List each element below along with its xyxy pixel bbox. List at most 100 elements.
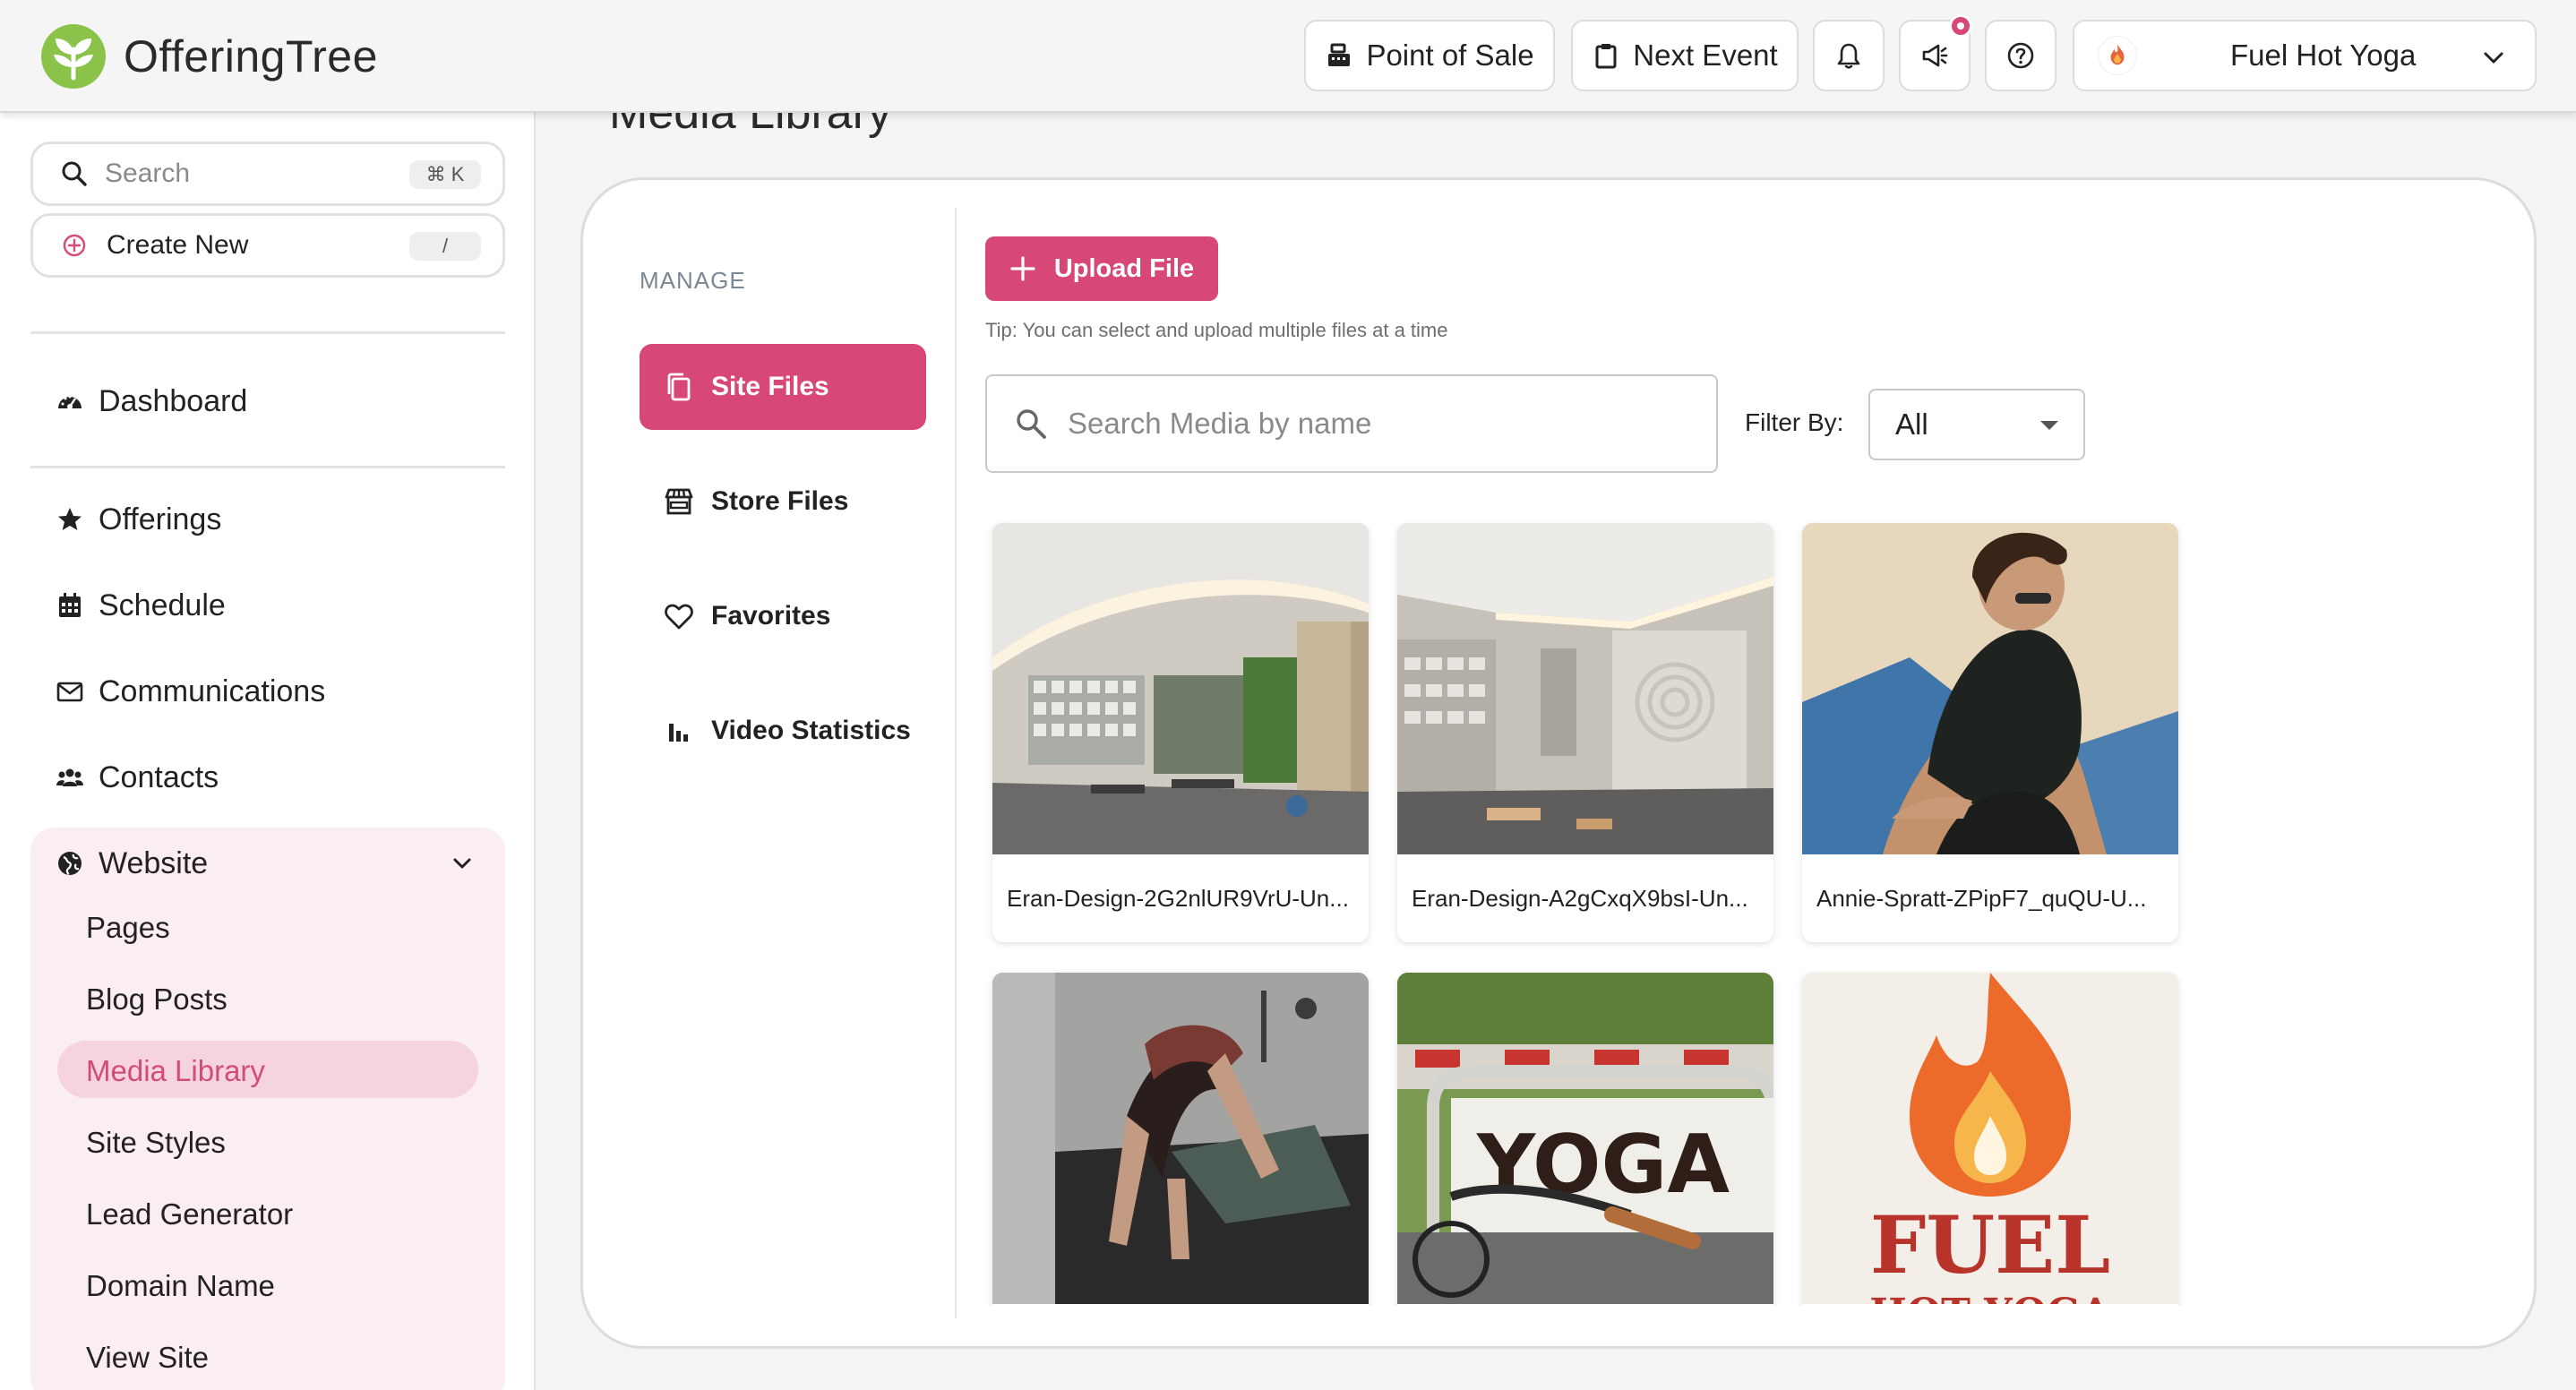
dashboard-icon	[58, 395, 82, 409]
sidebar-item-label: Contacts	[99, 759, 219, 794]
chevron-down-icon[interactable]	[448, 849, 477, 878]
sidebar-subitem-label: Blog Posts	[86, 982, 228, 1016]
help-icon	[2007, 42, 2034, 69]
star-icon	[58, 508, 82, 530]
media-tile[interactable]: Eran-Design-2G2nlUR9VrU-Un...	[992, 523, 1369, 942]
announcements-button[interactable]	[1899, 14, 1972, 91]
next-event-button[interactable]: Next Event	[1571, 20, 1799, 91]
account-logo-icon	[2098, 36, 2137, 75]
mail-icon	[56, 682, 83, 702]
sidebar-divider	[30, 331, 505, 334]
top-bar: OfferingTree Point of Sale Next Event Fu…	[0, 0, 2576, 113]
caret-down-icon	[2040, 421, 2058, 430]
sidebar-search-placeholder: Search	[105, 159, 191, 188]
sidebar-subitem-label: Lead Generator	[86, 1197, 294, 1231]
media-thumbnail: YOGA	[1397, 973, 1773, 1304]
filter-by-label: Filter By:	[1745, 408, 1844, 436]
sidebar-subitem-blog-posts[interactable]: Blog Posts	[86, 974, 228, 1025]
sidebar-subitem-media-library[interactable]: Media Library	[86, 1046, 265, 1096]
globe-icon	[58, 852, 82, 875]
cash-register-icon	[1328, 43, 1351, 66]
notifications-button[interactable]	[1813, 20, 1885, 91]
media-thumbnail	[1397, 523, 1773, 854]
app-name: OfferingTree	[124, 31, 378, 82]
fuel-logo-text: FUEL	[1870, 1198, 2110, 1291]
filter-by-select[interactable]: All	[1868, 389, 2085, 460]
sidebar-subitem-label: Media Library	[86, 1054, 265, 1087]
sidebar-search[interactable]: Search ⌘ K	[30, 142, 505, 206]
media-thumbnail	[1802, 523, 2178, 854]
media-search-field[interactable]	[985, 374, 1718, 473]
search-icon	[62, 161, 87, 186]
manage-item-label: Video Statistics	[711, 716, 911, 745]
sidebar-item-contacts[interactable]: Contacts	[56, 752, 219, 802]
manage-item-site-files[interactable]: Site Files	[640, 344, 926, 430]
chevron-down-icon	[2484, 52, 2503, 64]
media-search-input[interactable]	[1068, 407, 1695, 441]
account-switcher[interactable]: Fuel Hot Yoga	[2073, 20, 2537, 91]
sidebar-subitem-label: Pages	[86, 911, 170, 944]
media-filename	[1397, 1304, 1773, 1306]
panel-divider	[955, 208, 957, 1318]
media-tile[interactable]: Annie-Spratt-ZPipF7_quQU-U...	[1802, 523, 2178, 942]
sidebar-item-label: Offerings	[99, 502, 222, 536]
media-thumbnail: FUEL HOT YOGA	[1802, 973, 2178, 1304]
manage-item-store-files[interactable]: Store Files	[640, 459, 926, 545]
manage-item-label: Favorites	[711, 601, 831, 631]
sidebar-item-schedule[interactable]: Schedule	[56, 580, 226, 631]
users-icon	[56, 768, 83, 786]
sidebar-subitem-domain-name[interactable]: Domain Name	[86, 1261, 275, 1311]
sidebar-subitem-label: View Site	[86, 1341, 209, 1374]
media-thumbnail	[992, 523, 1369, 854]
files-icon	[667, 373, 691, 401]
calendar-icon	[59, 593, 81, 617]
sidebar-item-label: Communications	[99, 674, 326, 708]
point-of-sale-button[interactable]: Point of Sale	[1304, 20, 1555, 91]
yoga-sign-text: YOGA	[1476, 1118, 1730, 1212]
bar-chart-icon	[669, 724, 688, 742]
media-grid: Eran-Design-2G2nlUR9VrU-Un... Eran-Desig…	[985, 502, 2221, 1306]
sidebar-subitem-pages[interactable]: Pages	[86, 903, 170, 953]
sidebar-item-website[interactable]: Website	[56, 838, 208, 888]
bell-icon	[1837, 43, 1860, 69]
search-icon	[1017, 409, 1046, 439]
sidebar-item-offerings[interactable]: Offerings	[56, 494, 221, 545]
media-tile[interactable]	[992, 973, 1369, 1306]
manage-item-favorites[interactable]: Favorites	[640, 573, 926, 659]
sidebar-divider	[30, 466, 505, 468]
account-name: Fuel Hot Yoga	[2230, 39, 2417, 72]
sidebar-item-label: Website	[99, 845, 209, 880]
media-tile[interactable]: FUEL HOT YOGA	[1802, 973, 2178, 1306]
media-filename: Annie-Spratt-ZPipF7_quQU-U...	[1816, 884, 2147, 912]
offeringtree-logo-icon	[41, 24, 106, 89]
manage-item-video-statistics[interactable]: Video Statistics	[640, 688, 926, 774]
sidebar-subitem-view-site[interactable]: View Site	[86, 1333, 209, 1383]
create-new-label: Create New	[107, 230, 249, 260]
media-filename: Eran-Design-2G2nlUR9VrU-Un...	[1007, 884, 1349, 912]
media-tile[interactable]: Eran-Design-A2gCxqX9bsI-Un...	[1397, 523, 1773, 942]
sidebar-item-communications[interactable]: Communications	[56, 666, 325, 716]
plus-icon	[1010, 256, 1035, 281]
sidebar-subitem-lead-generator[interactable]: Lead Generator	[86, 1189, 293, 1240]
upload-tip: Tip: You can select and upload multiple …	[985, 319, 1448, 341]
upload-file-button[interactable]: Upload File	[985, 236, 1218, 301]
clipboard-icon	[1595, 44, 1617, 69]
sidebar-subitem-label: Domain Name	[86, 1269, 275, 1302]
sidebar-subitem-label: Site Styles	[86, 1126, 226, 1159]
manage-section-label: MANAGE	[640, 267, 746, 294]
megaphone-icon	[1922, 44, 1948, 67]
manage-item-label: Site Files	[711, 372, 829, 401]
sidebar-subitem-site-styles[interactable]: Site Styles	[86, 1118, 226, 1168]
manage-item-label: Store Files	[711, 486, 849, 516]
help-button[interactable]	[1985, 20, 2057, 91]
sidebar-item-dashboard[interactable]: Dashboard	[56, 376, 247, 426]
create-new-button[interactable]: Create New /	[30, 213, 505, 278]
upload-file-label: Upload File	[1053, 253, 1195, 283]
app-logo[interactable]: OfferingTree	[39, 21, 378, 91]
media-filename	[992, 1304, 1369, 1306]
media-thumbnail	[992, 973, 1369, 1304]
store-icon	[665, 488, 693, 515]
notification-dot	[1949, 14, 1972, 38]
media-tile[interactable]: YOGA	[1397, 973, 1773, 1306]
point-of-sale-label: Point of Sale	[1366, 39, 1534, 72]
